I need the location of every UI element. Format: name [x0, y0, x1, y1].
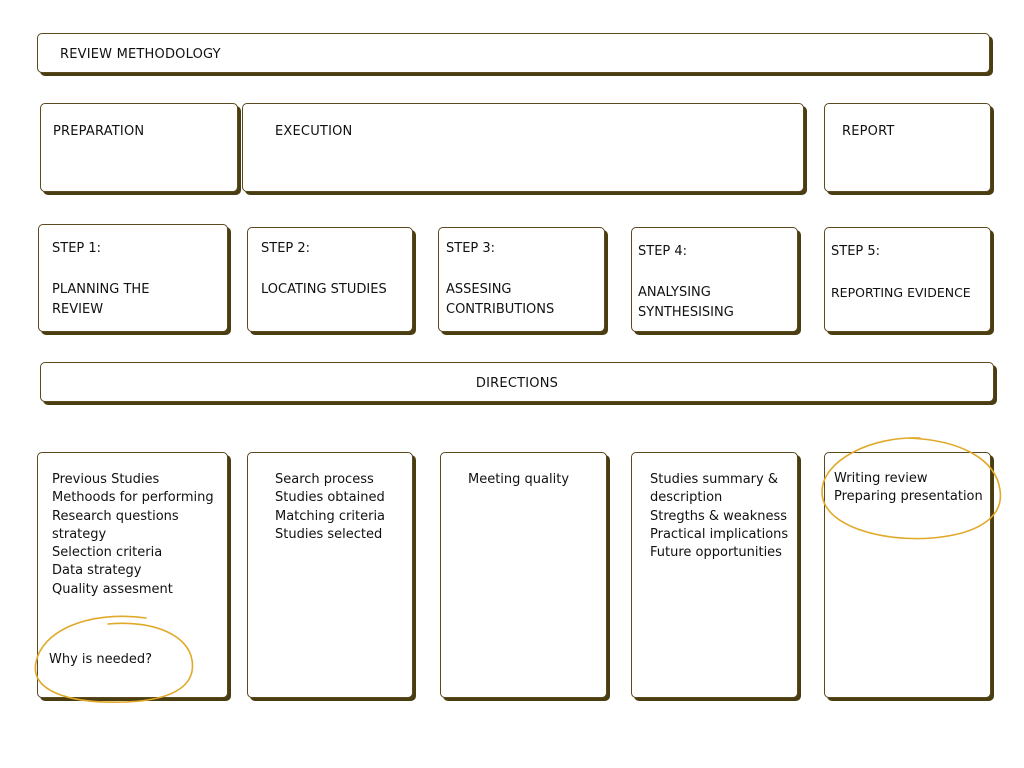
- phase-preparation-label: PREPARATION: [53, 124, 145, 139]
- step-1-name: PLANNING THE REVIEW: [52, 282, 150, 317]
- step-4-label: STEP 4:: [638, 244, 688, 259]
- step-4-name: ANALYSING SYNTHESISING: [638, 285, 734, 320]
- detail-item: Data strategy: [52, 563, 142, 579]
- highlight-circle-icon: [34, 615, 194, 703]
- detail-item: Previous Studies: [52, 472, 160, 487]
- phase-execution-box: [242, 103, 804, 192]
- detail-item: Studies summary & description: [650, 472, 778, 506]
- phase-preparation-box: [40, 103, 238, 192]
- detail-item: Research questions strategy: [52, 508, 179, 542]
- detail-2-list: Search process Studies obtained Matching…: [275, 471, 410, 544]
- step-5-name: REPORTING EVIDENCE: [831, 285, 971, 300]
- step-3-name: ASSESING CONTRIBUTIONS: [446, 282, 555, 317]
- step-5-label: STEP 5:: [831, 244, 881, 259]
- detail-item: Matching criteria: [275, 508, 386, 524]
- detail-item: Methoods for performing: [52, 490, 214, 506]
- detail-item: Search process: [275, 472, 374, 487]
- detail-4-list: Studies summary & description Stregths &…: [650, 471, 792, 562]
- step-2-label: STEP 2:: [261, 241, 311, 256]
- phase-report-box: [824, 103, 991, 192]
- detail-3-list: Meeting quality: [468, 471, 603, 489]
- phase-execution-label: EXECUTION: [275, 124, 353, 139]
- detail-item: Selection criteria: [52, 545, 163, 561]
- highlight-circle-icon: [821, 437, 1002, 540]
- detail-item: Practical implications: [650, 526, 789, 542]
- step-1-label: STEP 1:: [52, 241, 102, 256]
- step-3-label: STEP 3:: [446, 241, 496, 256]
- detail-item: Studies selected: [275, 526, 383, 542]
- directions-label: DIRECTIONS: [475, 376, 559, 391]
- detail-item: Future opportunities: [650, 545, 782, 561]
- detail-item: Studies obtained: [275, 490, 385, 506]
- detail-item: Meeting quality: [468, 472, 570, 487]
- detail-item: Quality assesment: [52, 581, 173, 597]
- phase-report-label: REPORT: [842, 124, 895, 139]
- detail-1-list: Previous Studies Methoods for performing…: [52, 471, 222, 599]
- diagram-title: REVIEW METHODOLOGY: [60, 47, 221, 62]
- step-2-name: LOCATING STUDIES: [261, 282, 387, 297]
- detail-item: Stregths & weakness: [650, 508, 788, 524]
